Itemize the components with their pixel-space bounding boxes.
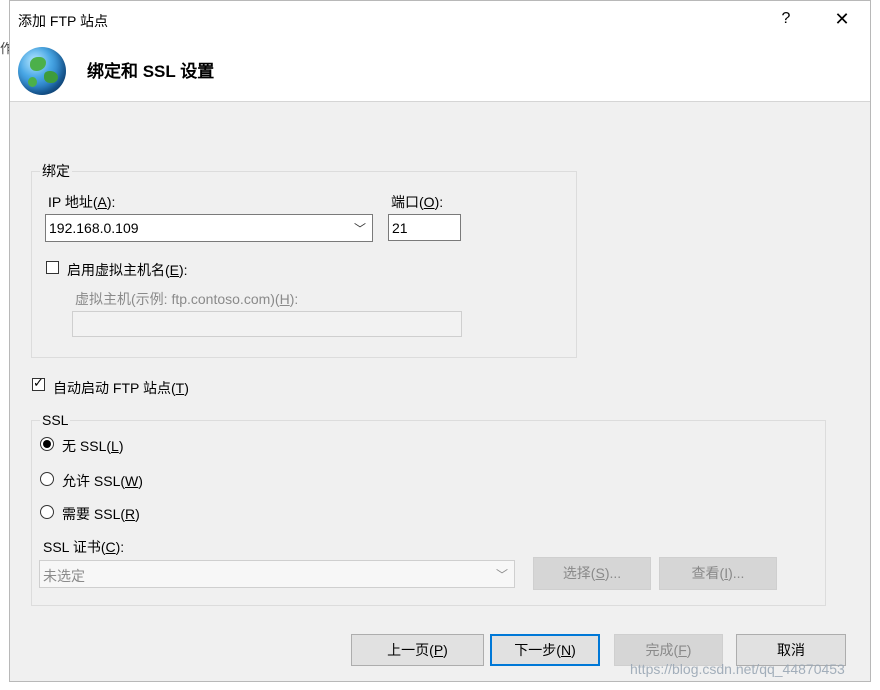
radio-allow-ssl[interactable] [40,472,54,486]
ssl-group-title: SSL [40,412,70,428]
view-certificate-button[interactable]: 查看(I)... [659,557,777,590]
port-input[interactable]: 21 [388,214,461,241]
port-label: 端口(O): [391,192,443,212]
autostart-label: 自动启动 FTP 站点(T) [53,378,189,398]
enable-virtual-host-checkbox[interactable] [46,261,59,274]
close-button[interactable]: ✕ [828,7,856,31]
globe-icon [18,47,66,95]
next-button[interactable]: 下一步(N) [490,634,600,666]
no-ssl-label: 无 SSL(L) [62,436,123,456]
ip-address-select[interactable]: 192.168.0.109 ﹀ [45,214,373,242]
enable-virtual-host-label: 启用虚拟主机名(E): [67,260,188,280]
chevron-down-icon: ﹀ [496,566,508,583]
wizard-header: 绑定和 SSL 设置 [10,37,870,102]
radio-require-ssl[interactable] [40,505,54,519]
binding-group-title: 绑定 [40,161,72,181]
ssl-certificate-value: 未选定 [43,566,85,586]
virtual-host-label: 虚拟主机(示例: ftp.contoso.com)(H): [75,289,298,309]
ssl-certificate-select[interactable]: 未选定 ﹀ [39,560,515,588]
previous-button[interactable]: 上一页(P) [351,634,484,666]
background-window-strip: 作 [0,0,9,690]
title-bar: 添加 FTP 站点 ? ✕ [10,1,870,37]
allow-ssl-label: 允许 SSL(W) [62,471,143,491]
radio-no-ssl[interactable] [40,437,54,451]
window-title: 添加 FTP 站点 [18,11,108,31]
port-value: 21 [392,220,408,236]
select-certificate-button[interactable]: 选择(S)... [533,557,651,590]
ip-address-label: IP 地址(A): [48,192,115,212]
require-ssl-label: 需要 SSL(R) [62,504,140,524]
ip-address-value: 192.168.0.109 [49,220,139,236]
add-ftp-site-dialog: 添加 FTP 站点 ? ✕ 绑定和 SSL 设置 绑定 IP 地址(A): 19… [9,0,871,682]
help-button[interactable]: ? [774,7,798,31]
virtual-host-input[interactable] [72,311,462,337]
autostart-checkbox[interactable] [32,378,45,391]
ssl-certificate-label: SSL 证书(C): [43,537,124,557]
page-title: 绑定和 SSL 设置 [87,57,214,82]
chevron-down-icon: ﹀ [354,220,366,237]
watermark-text: https://blog.csdn.net/qq_44870453 [630,661,845,677]
